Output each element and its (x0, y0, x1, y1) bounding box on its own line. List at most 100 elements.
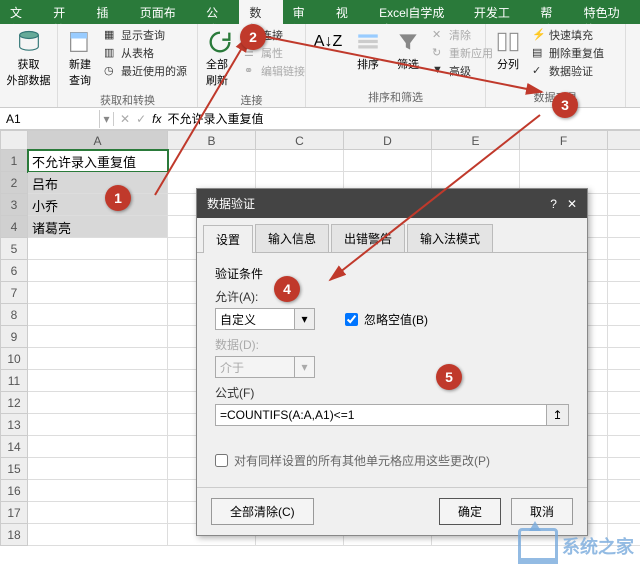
enter-formula-icon[interactable]: ✓ (136, 112, 146, 126)
row-header-1[interactable]: 1 (0, 150, 28, 172)
menu-item-5[interactable]: 数据 (239, 0, 282, 24)
cell-D1[interactable] (344, 150, 432, 172)
menu-item-10[interactable]: 帮助 (530, 0, 573, 24)
name-box[interactable]: A1 (0, 110, 100, 128)
clear-all-button[interactable]: 全部清除(C) (211, 498, 314, 525)
col-header-C[interactable]: C (256, 130, 344, 150)
ok-button[interactable]: 确定 (439, 498, 501, 525)
col-header-F[interactable]: F (520, 130, 608, 150)
dialog-tab-1[interactable]: 输入信息 (255, 224, 329, 252)
remove-duplicates-button[interactable]: ▤删除重复值 (530, 44, 606, 62)
cell-G5[interactable] (608, 238, 640, 260)
cell-G16[interactable] (608, 480, 640, 502)
get-external-data-button[interactable]: 获取 外部数据 (4, 26, 53, 90)
sort-button[interactable]: 排序 (350, 26, 386, 74)
ignore-blank-checkbox[interactable]: 忽略空值(B) (345, 311, 428, 328)
help-icon[interactable]: ? (550, 197, 557, 211)
cancel-button[interactable]: 取消 (511, 498, 573, 525)
cell-A11[interactable] (28, 370, 168, 392)
edit-links-button[interactable]: ⚭编辑链接 (242, 62, 307, 80)
menu-item-4[interactable]: 公式 (196, 0, 239, 24)
row-header-14[interactable]: 14 (0, 436, 28, 458)
cell-A14[interactable] (28, 436, 168, 458)
range-picker-icon[interactable]: ↥ (547, 404, 569, 426)
menu-item-8[interactable]: Excel自学成才 (369, 0, 464, 24)
allow-dropdown[interactable]: ▾ (295, 308, 315, 330)
row-header-18[interactable]: 18 (0, 524, 28, 546)
col-header-D[interactable]: D (344, 130, 432, 150)
cell-A13[interactable] (28, 414, 168, 436)
cell-G4[interactable] (608, 216, 640, 238)
cell-G12[interactable] (608, 392, 640, 414)
fx-icon[interactable]: fx (152, 112, 161, 126)
cell-F1[interactable] (520, 150, 608, 172)
cell-A6[interactable] (28, 260, 168, 282)
cell-E1[interactable] (432, 150, 520, 172)
cell-A9[interactable] (28, 326, 168, 348)
cell-G3[interactable] (608, 194, 640, 216)
cell-A7[interactable] (28, 282, 168, 304)
menu-item-1[interactable]: 开始 (43, 0, 86, 24)
menu-item-0[interactable]: 文件 (0, 0, 43, 24)
text-to-columns-button[interactable]: 分列 (490, 26, 526, 74)
allow-select[interactable] (215, 308, 295, 330)
row-header-10[interactable]: 10 (0, 348, 28, 370)
cell-A18[interactable] (28, 524, 168, 546)
close-icon[interactable]: ✕ (567, 197, 577, 211)
recent-sources-button[interactable]: ◷最近使用的源 (102, 62, 189, 80)
select-all-corner[interactable] (0, 130, 28, 150)
menu-item-2[interactable]: 插入 (86, 0, 129, 24)
row-header-11[interactable]: 11 (0, 370, 28, 392)
row-header-15[interactable]: 15 (0, 458, 28, 480)
new-query-button[interactable]: 新建 查询 (62, 26, 98, 90)
row-header-17[interactable]: 17 (0, 502, 28, 524)
row-header-5[interactable]: 5 (0, 238, 28, 260)
cell-A17[interactable] (28, 502, 168, 524)
cell-G13[interactable] (608, 414, 640, 436)
cell-G1[interactable] (608, 150, 640, 172)
row-header-3[interactable]: 3 (0, 194, 28, 216)
row-header-7[interactable]: 7 (0, 282, 28, 304)
cell-A1[interactable]: 不允许录入重复值 (28, 150, 168, 172)
cell-A4[interactable]: 诸葛亮 (28, 216, 168, 238)
cell-G2[interactable] (608, 172, 640, 194)
dialog-titlebar[interactable]: 数据验证 ? ✕ (197, 189, 587, 218)
col-header-E[interactable]: E (432, 130, 520, 150)
from-table-button[interactable]: ▥从表格 (102, 44, 189, 62)
row-header-4[interactable]: 4 (0, 216, 28, 238)
flash-fill-button[interactable]: ⚡快速填充 (530, 26, 606, 44)
data-validation-button[interactable]: ✓数据验证 (530, 62, 606, 80)
row-header-2[interactable]: 2 (0, 172, 28, 194)
dialog-tab-0[interactable]: 设置 (203, 225, 253, 253)
cell-A5[interactable] (28, 238, 168, 260)
cell-A2[interactable]: 吕布 (28, 172, 168, 194)
name-box-dropdown[interactable]: ▾ (100, 112, 114, 126)
cell-G7[interactable] (608, 282, 640, 304)
cell-C1[interactable] (256, 150, 344, 172)
row-header-6[interactable]: 6 (0, 260, 28, 282)
cell-A3[interactable]: 小乔 (28, 194, 168, 216)
formula-input[interactable]: 不允许录入重复值 (167, 110, 263, 127)
col-header-B[interactable]: B (168, 130, 256, 150)
cell-G15[interactable] (608, 458, 640, 480)
cell-A16[interactable] (28, 480, 168, 502)
cell-G11[interactable] (608, 370, 640, 392)
menu-item-7[interactable]: 视图 (326, 0, 369, 24)
formula-input-field[interactable] (215, 404, 547, 426)
refresh-all-button[interactable]: 全部刷新 (202, 26, 238, 90)
row-header-12[interactable]: 12 (0, 392, 28, 414)
menu-item-9[interactable]: 开发工具 (464, 0, 530, 24)
cell-A12[interactable] (28, 392, 168, 414)
sort-asc-button[interactable]: A↓Z (310, 26, 346, 58)
menu-item-11[interactable]: 特色功能 (574, 0, 640, 24)
show-queries-button[interactable]: ▦显示查询 (102, 26, 189, 44)
cell-G8[interactable] (608, 304, 640, 326)
cell-A10[interactable] (28, 348, 168, 370)
menu-item-6[interactable]: 审阅 (283, 0, 326, 24)
filter-button[interactable]: 筛选 (390, 26, 426, 74)
apply-all-checkbox[interactable]: 对有同样设置的所有其他单元格应用这些更改(P) (215, 452, 569, 469)
menu-item-3[interactable]: 页面布局 (130, 0, 196, 24)
cancel-formula-icon[interactable]: ✕ (120, 112, 130, 126)
cell-B1[interactable] (168, 150, 256, 172)
row-header-8[interactable]: 8 (0, 304, 28, 326)
